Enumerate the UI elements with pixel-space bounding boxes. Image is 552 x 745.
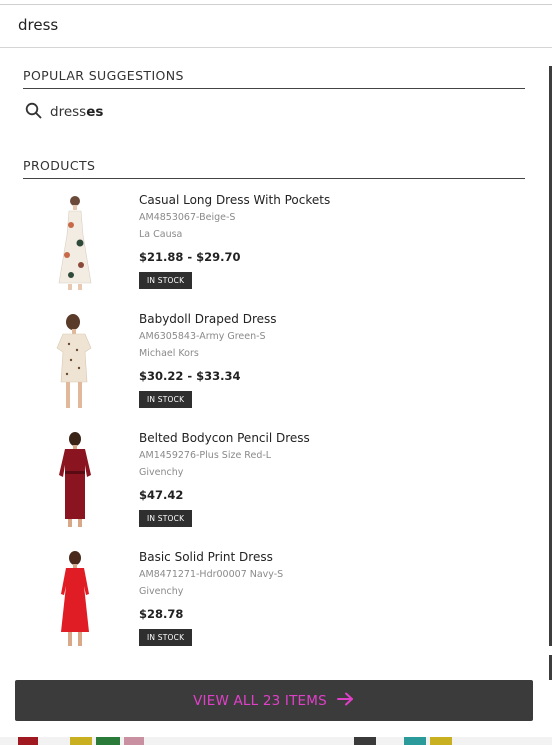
- product-brand: Givenchy: [139, 586, 184, 597]
- view-all-label: VIEW ALL 23 ITEMS: [193, 692, 327, 709]
- view-all-button[interactable]: VIEW ALL 23 ITEMS: [15, 680, 533, 721]
- product-sku: AM8471271-Hdr00007 Navy-S: [139, 569, 284, 580]
- product-sku: AM1459276-Plus Size Red-L: [139, 450, 272, 461]
- product-item-belted-bodycon-dress[interactable]: Belted Bodycon Pencil Dress AM1459276-Pl…: [23, 431, 523, 543]
- product-name: Babydoll Draped Dress: [139, 312, 277, 326]
- product-image: [51, 431, 99, 531]
- stock-badge: IN STOCK: [139, 629, 193, 646]
- product-item-basic-solid-print-dress[interactable]: Basic Solid Print Dress AM8471271-Hdr000…: [23, 550, 523, 662]
- product-image: [51, 550, 99, 650]
- product-price: $30.22 - $33.34: [139, 369, 241, 383]
- search-icon: [25, 102, 42, 123]
- product-item-babydoll-draped-dress[interactable]: Babydoll Draped Dress AM6305843-Army Gre…: [23, 312, 523, 424]
- products-heading: PRODUCTS: [23, 158, 525, 179]
- popular-suggestions-heading: POPULAR SUGGESTIONS: [23, 68, 525, 89]
- product-image: [51, 193, 99, 293]
- stock-badge: IN STOCK: [139, 510, 193, 527]
- search-input[interactable]: dress: [0, 5, 552, 48]
- stock-badge: IN STOCK: [139, 272, 193, 289]
- search-value: dress: [18, 16, 59, 34]
- suggestion-item[interactable]: dresses: [25, 102, 104, 123]
- product-price: $47.42: [139, 488, 184, 502]
- product-name: Belted Bodycon Pencil Dress: [139, 431, 310, 445]
- background-page-strip: [0, 737, 552, 745]
- suggestion-text: dresses: [50, 104, 104, 120]
- product-name: Basic Solid Print Dress: [139, 550, 273, 564]
- stock-badge: IN STOCK: [139, 391, 193, 408]
- product-brand: La Causa: [139, 229, 183, 240]
- product-price: $21.88 - $29.70: [139, 250, 241, 264]
- product-sku: AM6305843-Army Green-S: [139, 331, 266, 342]
- product-name: Casual Long Dress With Pockets: [139, 193, 331, 207]
- product-item-casual-long-dress[interactable]: Casual Long Dress With Pockets AM4853067…: [23, 193, 523, 305]
- product-price: $28.78: [139, 607, 184, 621]
- product-brand: Michael Kors: [139, 348, 199, 359]
- arrow-right-icon: [336, 692, 355, 710]
- product-sku: AM4853067-Beige-S: [139, 212, 236, 223]
- product-brand: Givenchy: [139, 467, 184, 478]
- product-image: [51, 312, 99, 412]
